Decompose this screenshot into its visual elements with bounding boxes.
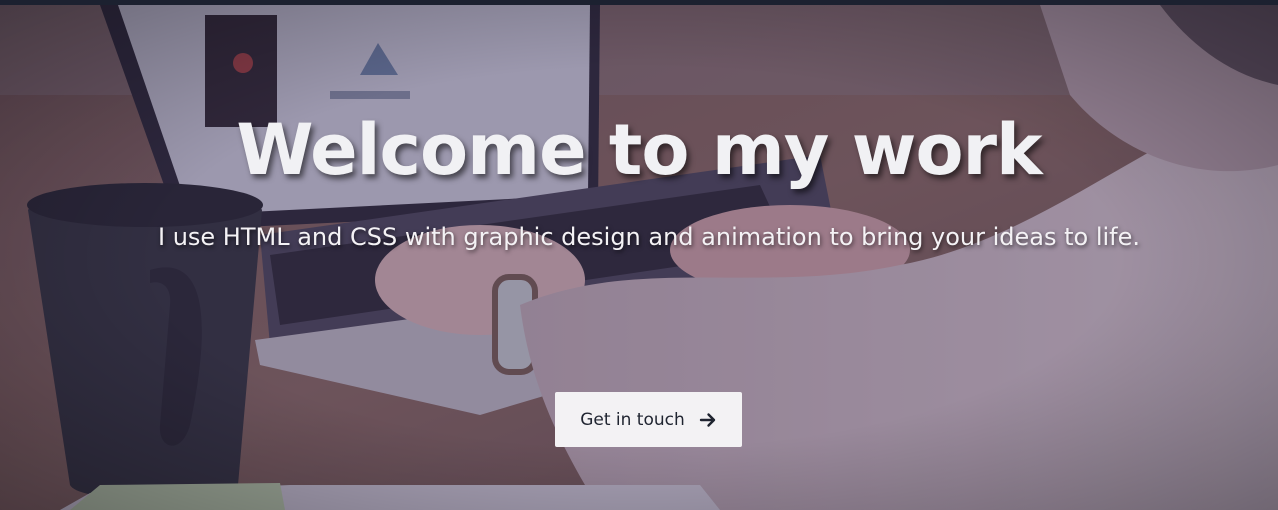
hero-content: Welcome to my work I use HTML and CSS wi… <box>0 5 1278 510</box>
hero-subtitle: I use HTML and CSS with graphic design a… <box>157 223 1141 251</box>
hero-title: Welcome to my work <box>236 109 1042 191</box>
get-in-touch-button[interactable]: Get in touch <box>555 392 742 447</box>
hero-section: Welcome to my work I use HTML and CSS wi… <box>0 0 1278 510</box>
arrow-right-icon <box>699 411 717 429</box>
top-navbar-strip <box>0 0 1278 5</box>
get-in-touch-label: Get in touch <box>580 409 685 430</box>
